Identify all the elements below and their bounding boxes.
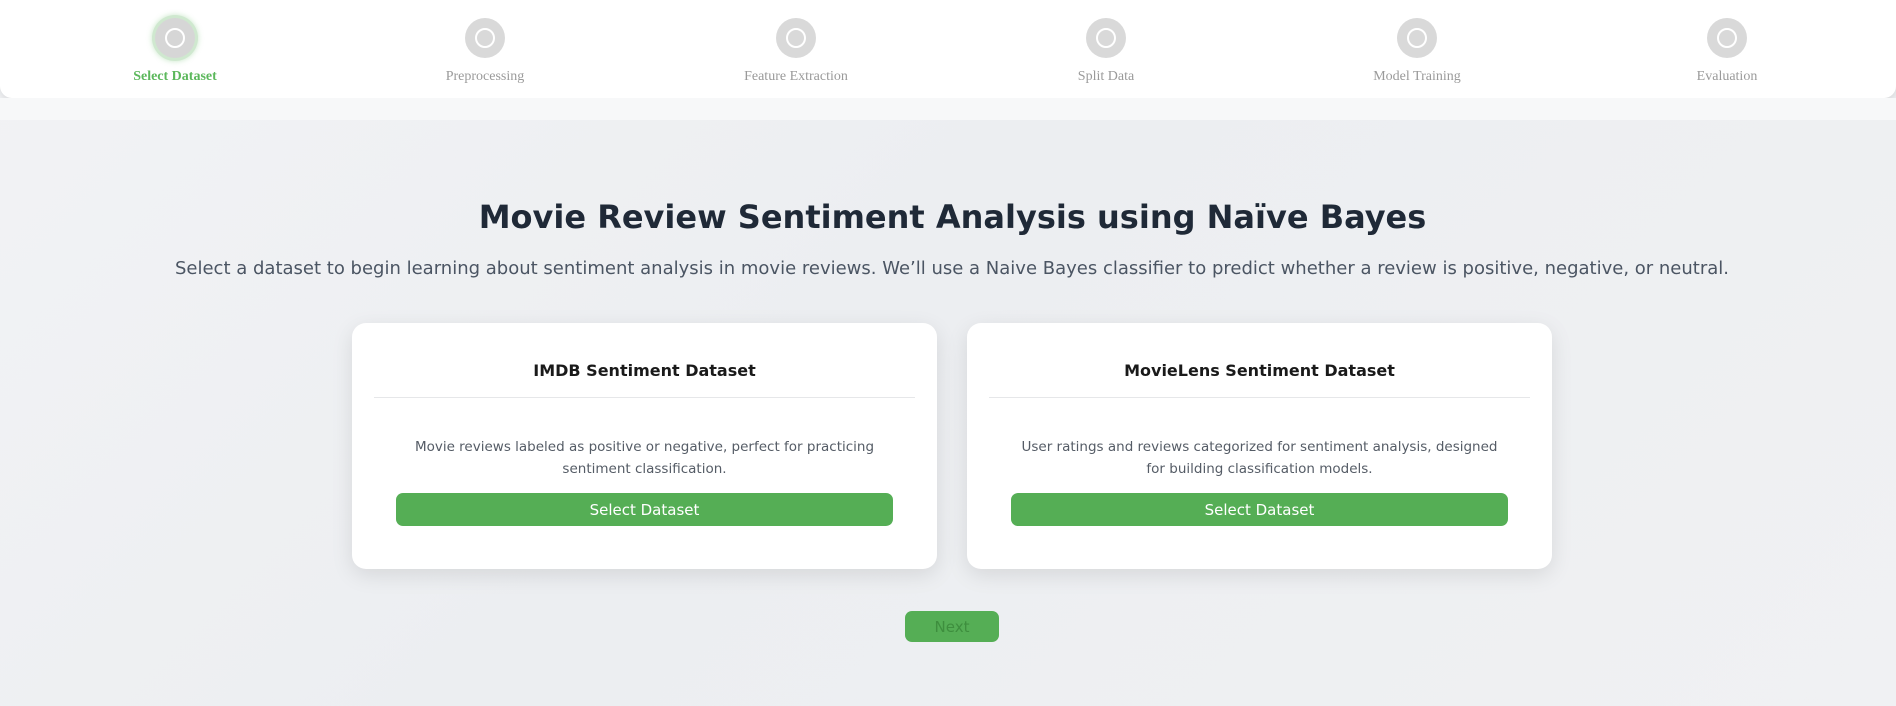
step-evaluation[interactable]: Evaluation [1627, 18, 1827, 85]
step-label: Preprocessing [445, 69, 525, 84]
step-model-training[interactable]: Model Training [1317, 18, 1517, 85]
step-circle [1707, 18, 1747, 58]
card-title: IMDB Sentiment Dataset [533, 361, 756, 380]
circle-icon [475, 28, 495, 48]
select-dataset-button[interactable]: Select Dataset [1011, 493, 1508, 526]
circle-icon [1407, 28, 1427, 48]
select-dataset-button[interactable]: Select Dataset [396, 493, 893, 526]
card-title: MovieLens Sentiment Dataset [1124, 361, 1395, 380]
step-label: Feature Extraction [744, 69, 848, 84]
step-preprocessing[interactable]: Preprocessing [385, 18, 585, 85]
step-label: Evaluation [1696, 69, 1758, 84]
step-label: Model Training [1373, 69, 1461, 84]
step-label: Split Data [1077, 69, 1135, 84]
next-button[interactable]: Next [905, 611, 999, 642]
card-description: Movie reviews labeled as positive or neg… [414, 439, 875, 477]
step-circle [1086, 18, 1126, 58]
step-circle [155, 18, 195, 58]
header-divider [0, 98, 1896, 120]
circle-icon [786, 28, 806, 48]
step-split-data[interactable]: Split Data [1006, 18, 1206, 85]
card-description: User ratings and reviews categorized for… [1021, 439, 1498, 477]
dataset-card-imdb: IMDB Sentiment Dataset Movie reviews lab… [352, 323, 937, 569]
step-circle [776, 18, 816, 58]
circle-icon [1717, 28, 1737, 48]
circle-icon [1096, 28, 1116, 48]
progress-stepper: Select Dataset Preprocessing Feature Ext… [0, 0, 1896, 98]
step-circle [1397, 18, 1437, 58]
dataset-card-movielens: MovieLens Sentiment Dataset User ratings… [967, 323, 1552, 569]
step-circle [465, 18, 505, 58]
card-divider [989, 397, 1530, 398]
card-divider [374, 397, 915, 398]
circle-icon [165, 28, 185, 48]
step-label: Select Dataset [133, 69, 217, 84]
page-title: Movie Review Sentiment Analysis using Na… [478, 198, 1427, 236]
page-subtitle: Select a dataset to begin learning about… [174, 258, 1729, 279]
step-select-dataset[interactable]: Select Dataset [75, 18, 275, 85]
step-feature-extraction[interactable]: Feature Extraction [696, 18, 896, 85]
